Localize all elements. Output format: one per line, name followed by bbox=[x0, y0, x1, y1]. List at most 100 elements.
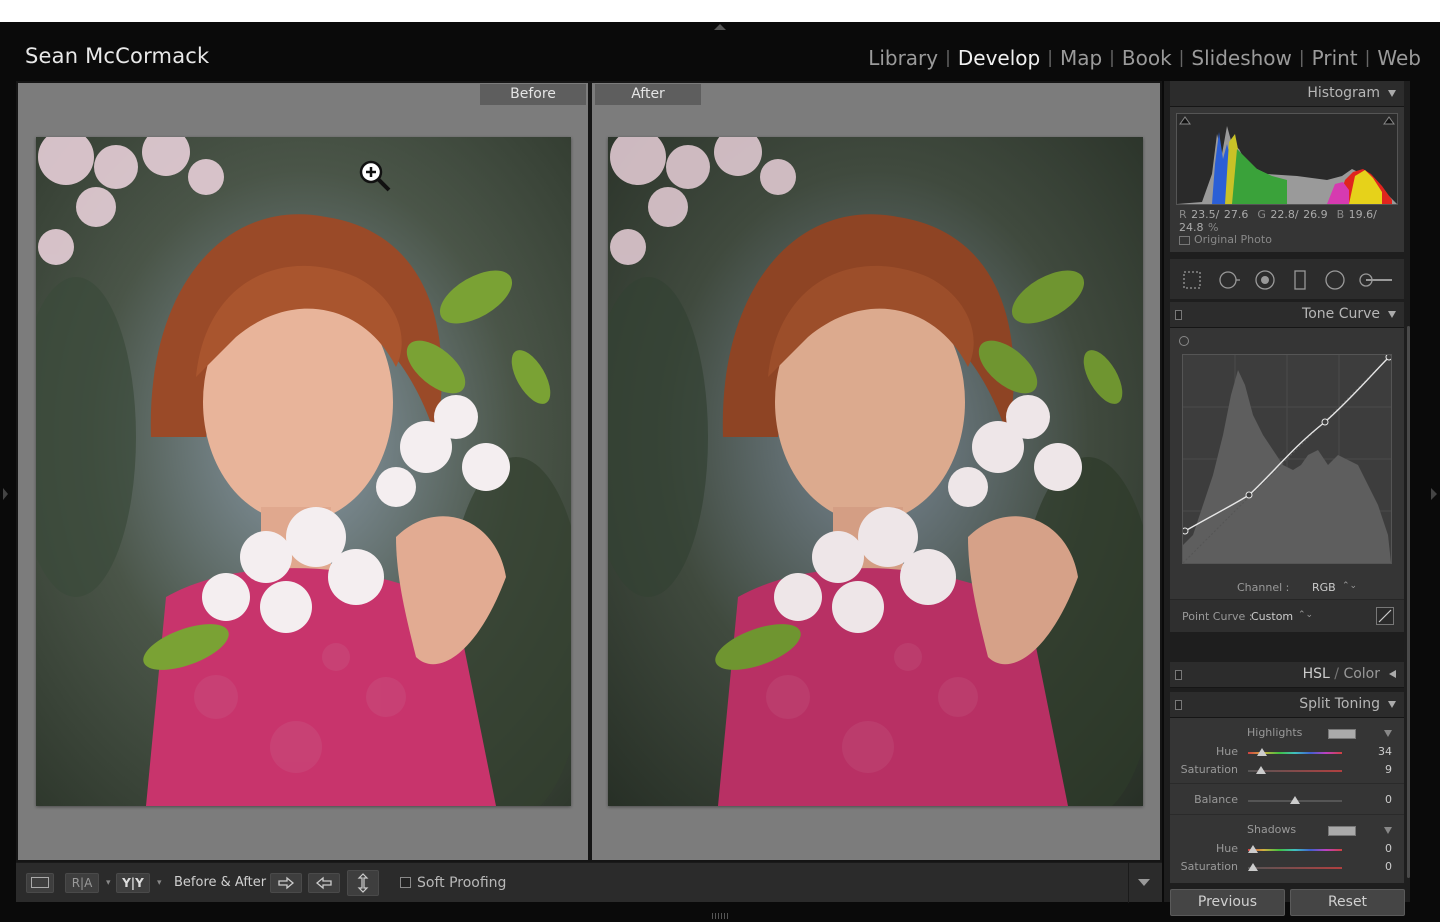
balance-slider[interactable] bbox=[1248, 796, 1342, 804]
updown-spinner-icon: ⌃⌄ bbox=[1342, 581, 1358, 591]
split-toning-title: Split Toning bbox=[1299, 696, 1380, 712]
toolbar: R|A ▾ Y|Y ▾ Before & After : Soft Proofi… bbox=[16, 862, 1162, 903]
right-panel: Histogram R 23.5/ 27.6 G 22.8/ 26.9 B 19… bbox=[1164, 81, 1410, 916]
previous-button[interactable]: Previous bbox=[1170, 889, 1285, 916]
module-web[interactable]: Web bbox=[1370, 46, 1428, 70]
hsl-toggle[interactable] bbox=[1175, 670, 1182, 680]
module-develop[interactable]: Develop bbox=[951, 46, 1047, 70]
edit-point-curve-button[interactable] bbox=[1376, 607, 1394, 625]
curve-edit-icon bbox=[1378, 609, 1392, 623]
split-mode-dropdown-caret[interactable]: ▾ bbox=[157, 878, 162, 888]
tone-curve-toggle[interactable] bbox=[1175, 310, 1182, 320]
hsl-color-title: HSL / Color bbox=[1302, 666, 1380, 682]
slider-thumb[interactable] bbox=[1290, 796, 1300, 804]
after-label: After bbox=[595, 84, 701, 105]
chevron-down-icon bbox=[1137, 879, 1150, 886]
targeted-adjustment-icon[interactable] bbox=[1179, 336, 1189, 346]
swap-before-after-button[interactable] bbox=[347, 869, 379, 896]
highlights-header: Highlights bbox=[1170, 726, 1404, 742]
toolbar-content-menu[interactable] bbox=[1128, 862, 1158, 903]
divider bbox=[1170, 814, 1404, 815]
shadows-saturation-value[interactable]: 0 bbox=[1385, 860, 1392, 873]
split-toning-toggle[interactable] bbox=[1175, 700, 1182, 710]
hsl-color-header[interactable]: HSL / Color bbox=[1170, 662, 1404, 688]
balance-slider-row: Balance 0 bbox=[1194, 793, 1392, 806]
histogram-graph[interactable] bbox=[1176, 113, 1398, 205]
before-photo[interactable] bbox=[36, 137, 571, 806]
panel-buttons: Previous Reset bbox=[1170, 889, 1405, 917]
copy-after-to-before-button[interactable] bbox=[308, 872, 340, 893]
point-curve-value[interactable]: Custom bbox=[1251, 610, 1293, 623]
chevron-down-icon[interactable] bbox=[1384, 827, 1392, 834]
soft-proofing-checkbox[interactable] bbox=[400, 877, 411, 888]
highlights-saturation-slider[interactable] bbox=[1248, 766, 1342, 774]
adjustment-brush-icon[interactable] bbox=[1358, 269, 1394, 291]
right-panel-toggle-icon[interactable] bbox=[1431, 488, 1437, 500]
shadows-header: Shadows bbox=[1170, 823, 1404, 839]
histogram-header[interactable]: Histogram bbox=[1170, 81, 1404, 107]
collapse-arrow-icon bbox=[1388, 311, 1396, 318]
tone-curve-header[interactable]: Tone Curve bbox=[1170, 302, 1404, 328]
shadows-saturation-slider[interactable] bbox=[1248, 863, 1342, 871]
module-book[interactable]: Book bbox=[1115, 46, 1179, 70]
before-pane[interactable]: Before bbox=[18, 83, 588, 860]
before-after-left-right-button[interactable]: R|A bbox=[65, 872, 99, 893]
red-eye-icon[interactable] bbox=[1254, 269, 1276, 291]
arrow-right-icon bbox=[278, 876, 295, 889]
spot-removal-icon[interactable] bbox=[1218, 269, 1240, 291]
shadows-color-swatch[interactable] bbox=[1328, 826, 1356, 836]
chevron-down-icon[interactable] bbox=[1384, 730, 1392, 737]
module-slideshow[interactable]: Slideshow bbox=[1184, 46, 1299, 70]
histogram-title: Histogram bbox=[1307, 85, 1380, 101]
histogram-chart bbox=[1177, 116, 1397, 204]
after-photo[interactable] bbox=[608, 137, 1143, 806]
tone-curve-graph[interactable] bbox=[1181, 353, 1393, 564]
channel-value[interactable]: RGB bbox=[1312, 581, 1336, 594]
portrait-photo-after bbox=[608, 137, 1143, 806]
zoom-in-icon bbox=[359, 160, 391, 192]
slider-thumb[interactable] bbox=[1248, 863, 1258, 871]
after-pane[interactable]: After bbox=[592, 83, 1160, 860]
tone-curve-title: Tone Curve bbox=[1302, 306, 1380, 322]
view-mode-dropdown-caret[interactable]: ▾ bbox=[106, 878, 111, 888]
left-panel-toggle-icon[interactable] bbox=[3, 488, 8, 500]
module-library[interactable]: Library bbox=[861, 46, 945, 70]
collapse-arrow-icon bbox=[1388, 701, 1396, 708]
split-toning-header[interactable]: Split Toning bbox=[1170, 692, 1404, 718]
crop-overlay-icon[interactable] bbox=[1181, 269, 1203, 291]
module-map[interactable]: Map bbox=[1053, 46, 1109, 70]
original-photo-checkbox[interactable] bbox=[1179, 236, 1190, 245]
copy-before-to-after-button[interactable] bbox=[270, 872, 302, 893]
top-panel-toggle-icon[interactable] bbox=[714, 24, 726, 30]
graduated-filter-icon[interactable] bbox=[1289, 269, 1311, 291]
shadows-hue-slider[interactable] bbox=[1248, 845, 1342, 853]
split-toning-panel: Highlights Hue 34 Saturation 9 Balance 0 bbox=[1170, 718, 1404, 883]
point-curve-row: Point Curve : Custom ⌃⌄ bbox=[1170, 599, 1404, 632]
highlights-saturation-value[interactable]: 9 bbox=[1385, 763, 1392, 776]
panel-scrollbar[interactable] bbox=[1407, 326, 1410, 878]
shadows-saturation-slider-row: Saturation 0 bbox=[1180, 860, 1392, 873]
soft-proofing-label[interactable]: Soft Proofing bbox=[417, 875, 506, 891]
before-after-viewer: Before After bbox=[16, 81, 1162, 862]
loupe-view-button[interactable] bbox=[26, 872, 54, 893]
slider-thumb[interactable] bbox=[1256, 766, 1266, 774]
balance-value[interactable]: 0 bbox=[1385, 793, 1392, 806]
histogram-panel: R 23.5/ 27.6 G 22.8/ 26.9 B 19.6/ 24.8 %… bbox=[1170, 107, 1404, 252]
highlights-hue-value[interactable]: 34 bbox=[1378, 745, 1392, 758]
module-print[interactable]: Print bbox=[1305, 46, 1365, 70]
shadows-hue-value[interactable]: 0 bbox=[1385, 842, 1392, 855]
slider-thumb[interactable] bbox=[1257, 748, 1267, 756]
arrow-left-icon bbox=[315, 876, 332, 889]
lightroom-window: Sean McCormack Library | Develop | Map |… bbox=[0, 22, 1440, 922]
updown-spinner-icon: ⌃⌄ bbox=[1298, 610, 1314, 620]
filmstrip-toggle-icon[interactable] bbox=[712, 913, 728, 919]
point-curve-label: Point Curve : bbox=[1182, 610, 1253, 623]
reset-button[interactable]: Reset bbox=[1290, 889, 1405, 916]
tool-strip bbox=[1170, 259, 1404, 299]
highlights-color-swatch[interactable] bbox=[1328, 729, 1356, 739]
before-after-label: Before & After : bbox=[174, 875, 275, 890]
slider-thumb[interactable] bbox=[1248, 845, 1258, 853]
radial-filter-icon[interactable] bbox=[1324, 269, 1346, 291]
before-after-split-button[interactable]: Y|Y bbox=[116, 872, 150, 893]
highlights-hue-slider[interactable] bbox=[1248, 748, 1342, 756]
